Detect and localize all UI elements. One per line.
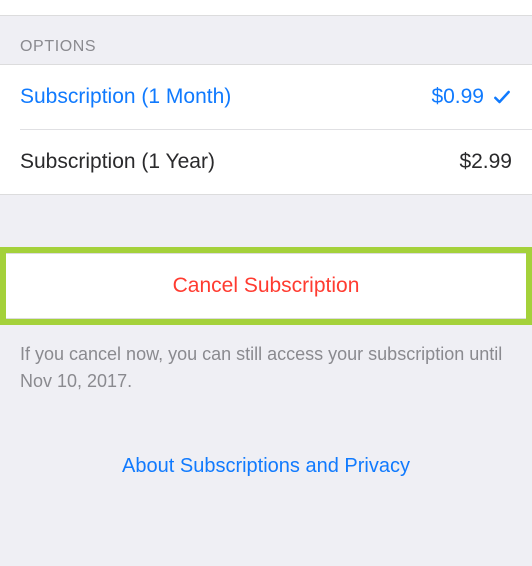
subscription-options-group: Subscription (1 Month) $0.99 Subscriptio… [0, 64, 532, 195]
about-subscriptions-link[interactable]: About Subscriptions and Privacy [0, 455, 532, 478]
option-right: $2.99 [459, 150, 512, 174]
cancel-subscription-button[interactable]: Cancel Subscription [6, 253, 526, 319]
option-label: Subscription (1 Month) [20, 85, 231, 109]
option-price: $2.99 [459, 150, 512, 174]
option-price: $0.99 [431, 85, 484, 109]
cancel-notice-text: If you cancel now, you can still access … [0, 325, 532, 395]
option-right: $0.99 [431, 85, 512, 109]
option-label: Subscription (1 Year) [20, 150, 215, 174]
subscription-option-1month[interactable]: Subscription (1 Month) $0.99 [0, 65, 532, 129]
subscription-option-1year[interactable]: Subscription (1 Year) $2.99 [20, 129, 532, 194]
top-divider [0, 0, 532, 16]
cancel-highlight-frame: Cancel Subscription [0, 247, 532, 325]
checkmark-icon [492, 87, 512, 107]
options-section-header: Options [0, 16, 532, 64]
